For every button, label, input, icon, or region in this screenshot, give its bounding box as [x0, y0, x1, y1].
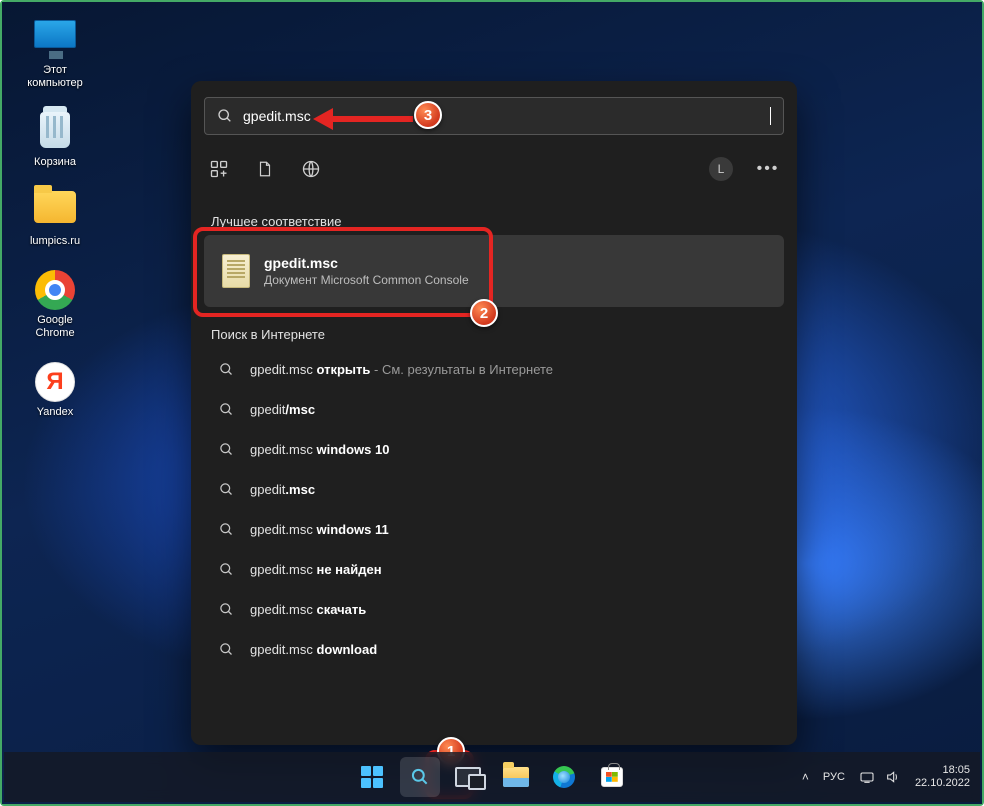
- tray-overflow-button[interactable]: ˄: [802, 770, 809, 784]
- desktop-icon-yandex[interactable]: Yandex: [16, 362, 94, 419]
- taskbar: ˄ РУС 18:05 22.10.2022: [4, 752, 980, 802]
- network-icon: [859, 769, 875, 785]
- suggestion-item[interactable]: gpedit.msc открыть - См. результаты в Ин…: [205, 349, 783, 389]
- search-icon: [219, 642, 234, 657]
- date-text: 22.10.2022: [915, 777, 970, 790]
- suggestion-item[interactable]: gpedit.msc: [205, 469, 783, 509]
- edge-button[interactable]: [544, 757, 584, 797]
- search-icon: [219, 562, 234, 577]
- volume-icon: [885, 769, 901, 785]
- language-indicator[interactable]: РУС: [823, 771, 845, 783]
- edge-icon: [553, 766, 575, 788]
- desktop-icon-label: Yandex: [16, 406, 94, 419]
- store-button[interactable]: [592, 757, 632, 797]
- user-avatar[interactable]: L: [709, 157, 733, 181]
- search-icon: [219, 602, 234, 617]
- desktop-icons: Этот компьютер Корзина lumpics.ru Google…: [16, 20, 94, 441]
- filter-apps-icon[interactable]: [207, 157, 231, 181]
- store-icon: [601, 767, 623, 787]
- taskbar-right: ˄ РУС 18:05 22.10.2022: [802, 764, 970, 790]
- folder-icon: [32, 191, 78, 231]
- desktop-icon-folder[interactable]: lumpics.ru: [16, 191, 94, 248]
- start-button[interactable]: [352, 757, 392, 797]
- search-filter-row: L •••: [207, 153, 781, 185]
- search-icon: [219, 522, 234, 537]
- suggestion-item[interactable]: gpedit.msc windows 10: [205, 429, 783, 469]
- taskview-icon: [455, 767, 481, 787]
- explorer-icon: [503, 767, 529, 787]
- section-web-search: Поиск в Интернете: [211, 327, 325, 342]
- system-tray[interactable]: [859, 769, 901, 785]
- section-best-match: Лучшее соответствие: [211, 214, 341, 229]
- search-bar[interactable]: [204, 97, 784, 135]
- filter-documents-icon[interactable]: [253, 157, 277, 181]
- yandex-icon: [32, 362, 78, 402]
- screen: Этот компьютер Корзина lumpics.ru Google…: [0, 0, 984, 806]
- web-suggestions: gpedit.msc открыть - См. результаты в Ин…: [205, 349, 783, 669]
- search-icon: [219, 442, 234, 457]
- monitor-icon: [32, 20, 78, 60]
- suggestion-item[interactable]: gpedit.msc скачать: [205, 589, 783, 629]
- filter-web-icon[interactable]: [299, 157, 323, 181]
- search-icon: [217, 108, 233, 124]
- search-icon: [219, 402, 234, 417]
- suggestion-item[interactable]: gpedit/msc: [205, 389, 783, 429]
- desktop-icon-this-pc[interactable]: Этот компьютер: [16, 20, 94, 90]
- taskbar-search-button[interactable]: [400, 757, 440, 797]
- search-icon: [410, 767, 430, 787]
- desktop-icon-label: Корзина: [16, 156, 94, 169]
- desktop-icon-label: Этот компьютер: [16, 64, 94, 90]
- windows-icon: [361, 766, 383, 788]
- suggestion-item[interactable]: gpedit.msc не найден: [205, 549, 783, 589]
- text-caret: [770, 107, 771, 125]
- explorer-button[interactable]: [496, 757, 536, 797]
- task-view-button[interactable]: [448, 757, 488, 797]
- desktop-icon-label: lumpics.ru: [16, 235, 94, 248]
- search-icon: [219, 362, 234, 377]
- document-icon: [222, 254, 250, 288]
- clock[interactable]: 18:05 22.10.2022: [915, 764, 970, 790]
- desktop-icon-chrome[interactable]: Google Chrome: [16, 270, 94, 340]
- trash-icon: [32, 112, 78, 152]
- start-search-panel: L ••• Лучшее соответствие gpedit.msc Док…: [191, 81, 797, 745]
- chrome-icon: [32, 270, 78, 310]
- desktop-icon-recycle-bin[interactable]: Корзина: [16, 112, 94, 169]
- best-match-title: gpedit.msc: [264, 255, 469, 271]
- time-text: 18:05: [915, 764, 970, 777]
- taskbar-center: [352, 757, 632, 797]
- more-button[interactable]: •••: [755, 160, 781, 178]
- search-input[interactable]: [243, 98, 774, 134]
- search-icon: [219, 482, 234, 497]
- suggestion-item[interactable]: gpedit.msc download: [205, 629, 783, 669]
- best-match-result[interactable]: gpedit.msc Документ Microsoft Common Con…: [204, 235, 784, 307]
- desktop-icon-label: Google Chrome: [16, 314, 94, 340]
- best-match-subtitle: Документ Microsoft Common Console: [264, 273, 469, 287]
- suggestion-item[interactable]: gpedit.msc windows 11: [205, 509, 783, 549]
